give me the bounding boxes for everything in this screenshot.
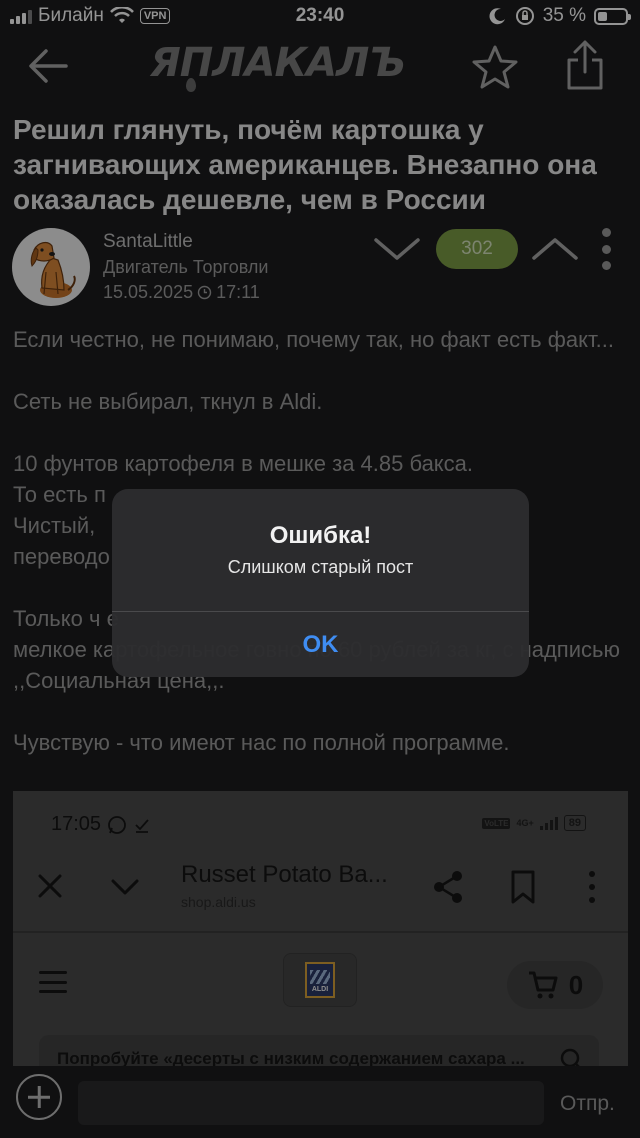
- error-alert-dialog: Ошибка! Слишком старый пост OK: [112, 489, 529, 677]
- alert-title: Ошибка!: [269, 522, 372, 549]
- alert-message: Слишком старый пост: [227, 557, 414, 577]
- alert-ok-button[interactable]: OK: [112, 612, 529, 677]
